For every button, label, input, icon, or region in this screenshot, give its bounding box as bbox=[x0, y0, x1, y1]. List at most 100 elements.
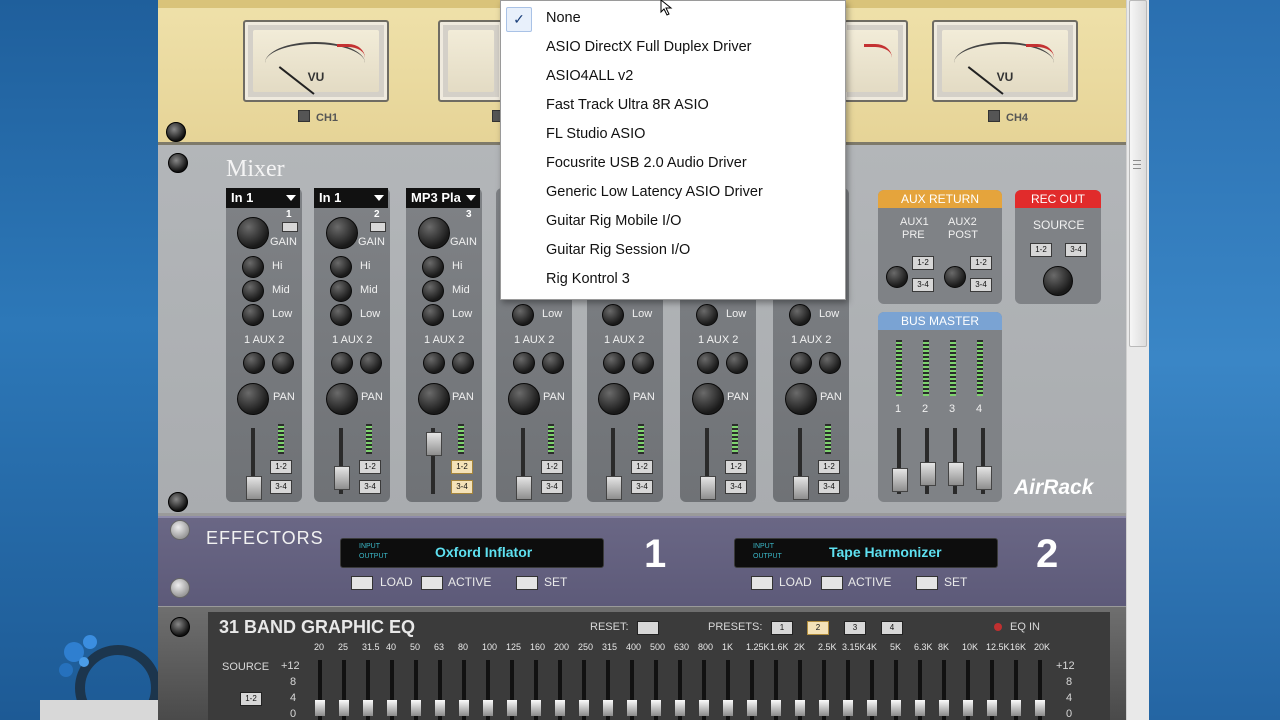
eq-band-slider[interactable] bbox=[531, 700, 541, 716]
channel-fader[interactable] bbox=[793, 476, 809, 500]
gain-knob[interactable] bbox=[237, 217, 269, 249]
eq-preset-1-button[interactable]: 1 bbox=[771, 621, 793, 635]
eq-band-slider[interactable] bbox=[627, 700, 637, 716]
aux2-knob[interactable] bbox=[726, 352, 748, 374]
eq-band-slider[interactable] bbox=[555, 700, 565, 716]
eq-band-slider[interactable] bbox=[507, 700, 517, 716]
aux1-return-knob[interactable] bbox=[886, 266, 908, 288]
phase-button[interactable] bbox=[370, 222, 386, 232]
effector-slot-1-display[interactable]: INPUT OUTPUT Oxford Inflator bbox=[340, 538, 604, 568]
bus-12-button[interactable]: 1-2 bbox=[359, 460, 381, 474]
aux1-knob[interactable] bbox=[423, 352, 445, 374]
eq-band-slider[interactable] bbox=[891, 700, 901, 716]
pan-knob[interactable] bbox=[508, 383, 540, 415]
low-eq-knob[interactable] bbox=[422, 304, 444, 326]
effector-2-load-button[interactable] bbox=[751, 576, 773, 590]
eq-band-slider[interactable] bbox=[843, 700, 853, 716]
eq-band-slider[interactable] bbox=[819, 700, 829, 716]
eq-band-slider[interactable] bbox=[675, 700, 685, 716]
eq-band-slider[interactable] bbox=[411, 700, 421, 716]
bus-34-button[interactable]: 3-4 bbox=[451, 480, 473, 494]
channel-fader[interactable] bbox=[334, 466, 350, 490]
eq-in-label[interactable]: EQ IN bbox=[1010, 621, 1040, 633]
eq-band-slider[interactable] bbox=[915, 700, 925, 716]
pan-knob[interactable] bbox=[326, 383, 358, 415]
eq-band-slider[interactable] bbox=[987, 700, 997, 716]
pan-knob[interactable] bbox=[237, 383, 269, 415]
low-eq-knob[interactable] bbox=[789, 304, 811, 326]
bus-12-button[interactable]: 1-2 bbox=[818, 460, 840, 474]
aux1-bus-34-button[interactable]: 3-4 bbox=[912, 278, 934, 292]
low-eq-knob[interactable] bbox=[242, 304, 264, 326]
bus-12-button[interactable]: 1-2 bbox=[725, 460, 747, 474]
hi-eq-knob[interactable] bbox=[422, 256, 444, 278]
eq-band-slider[interactable] bbox=[699, 700, 709, 716]
bus-12-button[interactable]: 1-2 bbox=[451, 460, 473, 474]
eq-band-slider[interactable] bbox=[435, 700, 445, 716]
aux2-knob[interactable] bbox=[272, 352, 294, 374]
bus-12-button[interactable]: 1-2 bbox=[541, 460, 563, 474]
scrollbar-thumb[interactable] bbox=[1129, 0, 1147, 347]
eq-band-slider[interactable] bbox=[1035, 700, 1045, 716]
dropdown-item[interactable]: Guitar Rig Mobile I/O bbox=[502, 207, 844, 236]
aux2-bus-34-button[interactable]: 3-4 bbox=[970, 278, 992, 292]
low-eq-knob[interactable] bbox=[696, 304, 718, 326]
bus-34-button[interactable]: 3-4 bbox=[818, 480, 840, 494]
pan-knob[interactable] bbox=[692, 383, 724, 415]
aux1-knob[interactable] bbox=[513, 352, 535, 374]
eq-band-slider[interactable] bbox=[387, 700, 397, 716]
eq-band-slider[interactable] bbox=[1011, 700, 1021, 716]
eq-band-slider[interactable] bbox=[315, 700, 325, 716]
mid-eq-knob[interactable] bbox=[330, 280, 352, 302]
bus-12-button[interactable]: 1-2 bbox=[270, 460, 292, 474]
effector-2-active-button[interactable] bbox=[821, 576, 843, 590]
eq-band-slider[interactable] bbox=[579, 700, 589, 716]
effector-2-set-button[interactable] bbox=[916, 576, 938, 590]
dropdown-item[interactable]: ASIO DirectX Full Duplex Driver bbox=[502, 33, 844, 62]
dropdown-item[interactable]: FL Studio ASIO bbox=[502, 120, 844, 149]
aux1-knob[interactable] bbox=[243, 352, 265, 374]
low-eq-knob[interactable] bbox=[602, 304, 624, 326]
bus-34-button[interactable]: 3-4 bbox=[359, 480, 381, 494]
effector-1-set-button[interactable] bbox=[516, 576, 538, 590]
pan-knob[interactable] bbox=[418, 383, 450, 415]
pan-knob[interactable] bbox=[598, 383, 630, 415]
channel-fader[interactable] bbox=[426, 432, 442, 456]
eq-band-slider[interactable] bbox=[867, 700, 877, 716]
rec-source-12-button[interactable]: 1-2 bbox=[1030, 243, 1052, 257]
aux1-bus-12-button[interactable]: 1-2 bbox=[912, 256, 934, 270]
bus-fader-2[interactable] bbox=[920, 462, 936, 486]
rec-level-knob[interactable] bbox=[1043, 266, 1073, 296]
bus-fader-4[interactable] bbox=[976, 466, 992, 490]
bus-12-button[interactable]: 1-2 bbox=[631, 460, 653, 474]
channel-fader[interactable] bbox=[516, 476, 532, 500]
eq-band-slider[interactable] bbox=[459, 700, 469, 716]
aux1-knob[interactable] bbox=[603, 352, 625, 374]
strip-input-select[interactable]: MP3 Pla bbox=[406, 188, 480, 208]
eq-band-slider[interactable] bbox=[939, 700, 949, 716]
bus-34-button[interactable]: 3-4 bbox=[725, 480, 747, 494]
low-eq-knob[interactable] bbox=[512, 304, 534, 326]
gain-knob[interactable] bbox=[326, 217, 358, 249]
eq-band-slider[interactable] bbox=[963, 700, 973, 716]
aux2-knob[interactable] bbox=[819, 352, 841, 374]
aux2-knob[interactable] bbox=[542, 352, 564, 374]
bus-fader-1[interactable] bbox=[892, 468, 908, 492]
dropdown-item[interactable]: Generic Low Latency ASIO Driver bbox=[502, 178, 844, 207]
eq-source-12-button[interactable]: 1-2 bbox=[240, 692, 262, 706]
mid-eq-knob[interactable] bbox=[242, 280, 264, 302]
channel-fader[interactable] bbox=[700, 476, 716, 500]
aux1-knob[interactable] bbox=[331, 352, 353, 374]
effector-1-active-button[interactable] bbox=[421, 576, 443, 590]
bus-34-button[interactable]: 3-4 bbox=[270, 480, 292, 494]
aux2-return-knob[interactable] bbox=[944, 266, 966, 288]
effector-1-load-button[interactable] bbox=[351, 576, 373, 590]
aux2-knob[interactable] bbox=[452, 352, 474, 374]
eq-band-slider[interactable] bbox=[339, 700, 349, 716]
hi-eq-knob[interactable] bbox=[330, 256, 352, 278]
eq-preset-3-button[interactable]: 3 bbox=[844, 621, 866, 635]
eq-band-slider[interactable] bbox=[771, 700, 781, 716]
eq-band-slider[interactable] bbox=[747, 700, 757, 716]
aux2-knob[interactable] bbox=[632, 352, 654, 374]
eq-band-slider[interactable] bbox=[483, 700, 493, 716]
